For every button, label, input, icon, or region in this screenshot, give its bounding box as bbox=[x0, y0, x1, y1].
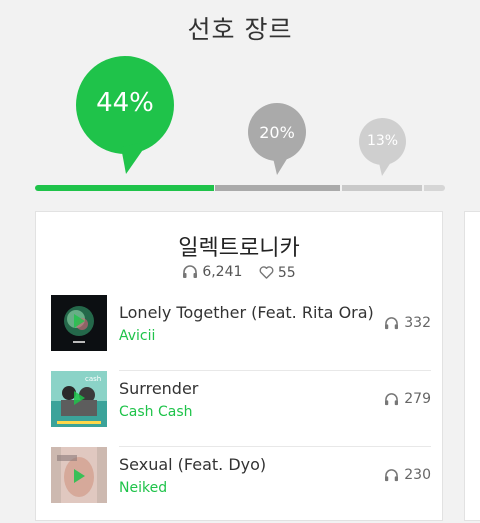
track-plays: 230 bbox=[384, 467, 431, 483]
track-artist[interactable]: Avicii bbox=[119, 328, 155, 344]
genre-stats: 6,241 55 bbox=[36, 264, 442, 283]
headphones-icon bbox=[385, 392, 399, 405]
track-artist[interactable]: Cash Cash bbox=[119, 404, 193, 420]
track-artist[interactable]: Neiked bbox=[119, 480, 167, 496]
like-count: 55 bbox=[277, 264, 296, 281]
genre-share-segment-4 bbox=[424, 185, 445, 191]
headphones-icon bbox=[385, 316, 399, 329]
track-row[interactable]: cash Surrender Cash Cash 279 bbox=[51, 371, 431, 447]
headphones-icon bbox=[385, 468, 399, 481]
album-cover-surrender[interactable]: cash bbox=[51, 371, 107, 427]
play-count: 279 bbox=[404, 391, 431, 407]
play-count: 332 bbox=[404, 315, 431, 331]
album-cover-lonely-together[interactable] bbox=[51, 295, 107, 351]
track-plays: 279 bbox=[384, 391, 431, 407]
next-genre-card[interactable] bbox=[464, 211, 480, 521]
track-row[interactable]: Lonely Together (Feat. Rita Ora) Avicii … bbox=[51, 295, 431, 371]
genre-card[interactable]: 일렉트로니카 6,241 55 Lonely Together (Feat. R… bbox=[35, 211, 443, 521]
genre-share-segment-2 bbox=[215, 185, 340, 191]
headphones-icon bbox=[183, 265, 198, 278]
page-title: 선호 장르 bbox=[187, 15, 293, 44]
genre-bubble-percent: 13% bbox=[366, 133, 399, 149]
genre-bubble-percent: 44% bbox=[96, 88, 154, 118]
genre-bubble-percent: 20% bbox=[259, 123, 295, 142]
track-title[interactable]: Sexual (Feat. Dyo) bbox=[119, 455, 266, 474]
album-cover-sexual[interactable] bbox=[51, 447, 107, 503]
heart-icon bbox=[259, 266, 274, 279]
track-title[interactable]: Lonely Together (Feat. Rita Ora) bbox=[119, 303, 374, 322]
genre-bubble-3[interactable]: 13% bbox=[359, 118, 406, 176]
svg-text:cash: cash bbox=[85, 375, 101, 383]
track-plays: 332 bbox=[384, 315, 431, 331]
track-title[interactable]: Surrender bbox=[119, 379, 198, 398]
play-count: 230 bbox=[404, 467, 431, 483]
genre-share-segment-1 bbox=[35, 185, 214, 191]
genre-bubble-2[interactable]: 20% bbox=[248, 103, 306, 175]
genre-bubble-1[interactable]: 44% bbox=[75, 55, 175, 175]
genre-share-bar bbox=[35, 185, 445, 191]
track-row[interactable]: Sexual (Feat. Dyo) Neiked 230 bbox=[51, 447, 431, 523]
listen-count: 6,241 bbox=[202, 264, 243, 280]
genre-share-segment-3 bbox=[342, 185, 422, 191]
genre-title: 일렉트로니카 bbox=[178, 236, 300, 261]
